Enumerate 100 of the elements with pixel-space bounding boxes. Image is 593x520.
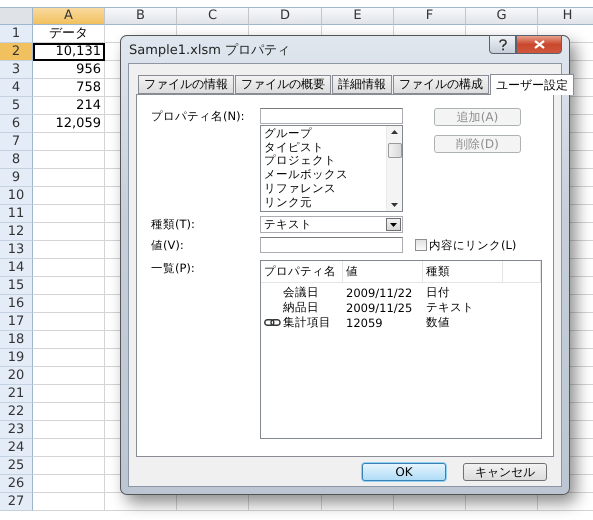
tab[interactable]: ファイルの概要 [235, 75, 331, 94]
list-cell: 納品日 [283, 300, 319, 315]
row-header[interactable]: 9 [0, 169, 33, 187]
cell[interactable] [33, 331, 105, 349]
row-header[interactable]: 22 [0, 403, 33, 421]
property-list[interactable]: プロパティ名 値 種類 会議日 2009/11/22 日付 納品日 2009/11/25 テキスト 集計項目 12059 数値 [260, 260, 542, 439]
row-header[interactable]: 2 [0, 43, 33, 61]
dialog-button[interactable]: OK [362, 462, 446, 480]
close-icon [534, 40, 544, 49]
column-header[interactable]: E [322, 8, 394, 25]
dialog-button[interactable]: キャンセル [463, 462, 547, 480]
select-all-corner[interactable] [0, 8, 33, 25]
row-header[interactable]: 8 [0, 151, 33, 169]
list-cell-text: 12059 [345, 316, 384, 330]
list-box[interactable]: グループ タイピスト プロジェクト メールボックス リファレンス リンク元 [260, 125, 403, 212]
type-dropdown[interactable]: テキスト [260, 216, 403, 233]
row-header[interactable]: 5 [0, 97, 33, 115]
cell[interactable] [33, 313, 105, 331]
cell[interactable]: 12,059 [33, 115, 105, 133]
cell[interactable]: 214 [33, 97, 105, 115]
field-label: 種類(T): [151, 216, 196, 233]
cell[interactable] [33, 169, 105, 187]
column-header[interactable]: F [394, 8, 466, 25]
close-button[interactable] [516, 35, 562, 54]
row-header[interactable]: 23 [0, 421, 33, 439]
cell[interactable] [33, 349, 105, 367]
cell[interactable]: 758 [33, 79, 105, 97]
list-cell-text: 2009/11/22 [345, 286, 414, 300]
cell[interactable] [33, 493, 105, 511]
list-cell-text: テキスト [425, 300, 475, 315]
list-item[interactable]: タイピスト [264, 140, 383, 154]
row-header[interactable]: 20 [0, 367, 33, 385]
column-header[interactable]: 種類 [423, 261, 503, 282]
row-header[interactable]: 24 [0, 439, 33, 457]
cell[interactable] [33, 277, 105, 295]
row-header[interactable]: 1 [0, 25, 33, 43]
input-field[interactable] [260, 237, 403, 253]
row-header[interactable]: 16 [0, 295, 33, 313]
column-header[interactable]: C [177, 8, 249, 25]
row-header[interactable]: 17 [0, 313, 33, 331]
row-header[interactable]: 19 [0, 349, 33, 367]
cell[interactable] [33, 241, 105, 259]
row-header[interactable]: 27 [0, 493, 33, 511]
tab[interactable]: 詳細情報 [332, 75, 392, 94]
row-header[interactable]: 10 [0, 187, 33, 205]
scroll-bar[interactable] [386, 126, 402, 211]
cell[interactable]: 956 [33, 61, 105, 79]
row-header[interactable]: 21 [0, 385, 33, 403]
cell[interactable] [33, 151, 105, 169]
row-header[interactable]: 6 [0, 115, 33, 133]
dropdown-arrow-icon [390, 222, 397, 226]
field-label: 値(V): [151, 237, 185, 253]
row-header[interactable]: 12 [0, 223, 33, 241]
cell[interactable] [33, 421, 105, 439]
cell[interactable] [33, 403, 105, 421]
column-header[interactable]: D [249, 8, 322, 25]
cell[interactable] [33, 205, 105, 223]
cell[interactable] [33, 457, 105, 475]
cell[interactable] [33, 187, 105, 205]
column-header[interactable]: プロパティ名 [261, 261, 343, 282]
row-header[interactable]: 26 [0, 475, 33, 493]
link-checkbox[interactable]: 内容にリンク(L) [403, 237, 521, 253]
cell[interactable] [33, 259, 105, 277]
row-header[interactable]: 3 [0, 61, 33, 79]
row-header[interactable]: 15 [0, 277, 33, 295]
list-item[interactable]: リンク元 [264, 196, 383, 210]
row-header[interactable]: 25 [0, 457, 33, 475]
column-header[interactable]: G [466, 8, 538, 25]
tab[interactable]: ファイルの情報 [138, 75, 234, 94]
column-header[interactable]: A [33, 8, 105, 25]
field-label: プロパティ名(N): [151, 108, 246, 125]
list-item[interactable]: プロジェクト [264, 154, 383, 168]
list-item[interactable]: メールボックス [264, 168, 383, 182]
tab[interactable]: ファイルの構成 [393, 75, 489, 94]
row-header[interactable]: 14 [0, 259, 33, 277]
column-header[interactable]: H [538, 8, 593, 25]
cell[interactable] [33, 439, 105, 457]
cell[interactable] [33, 367, 105, 385]
list-item[interactable]: グループ [264, 127, 383, 141]
field-label: 一覧(P): [151, 260, 196, 277]
row-header[interactable]: 11 [0, 205, 33, 223]
column-header[interactable]: 値 [343, 261, 423, 282]
cell[interactable] [33, 223, 105, 241]
input-field[interactable] [260, 108, 403, 124]
row-header[interactable]: 13 [0, 241, 33, 259]
tab[interactable]: ユーザー設定 [490, 74, 574, 95]
cell[interactable] [33, 295, 105, 313]
help-button[interactable] [489, 35, 516, 54]
list-cell: 会議日 [283, 285, 319, 300]
cell[interactable]: 10,131 [33, 43, 105, 61]
list-cell-text: 数値 [425, 315, 451, 330]
cell[interactable] [33, 385, 105, 403]
cell[interactable] [33, 475, 105, 493]
column-header[interactable]: B [105, 8, 177, 25]
row-header[interactable]: 18 [0, 331, 33, 349]
cell[interactable]: データ [33, 25, 105, 43]
row-header[interactable]: 4 [0, 79, 33, 97]
row-header[interactable]: 7 [0, 133, 33, 151]
list-item[interactable]: リファレンス [264, 182, 383, 196]
cell[interactable] [33, 133, 105, 151]
